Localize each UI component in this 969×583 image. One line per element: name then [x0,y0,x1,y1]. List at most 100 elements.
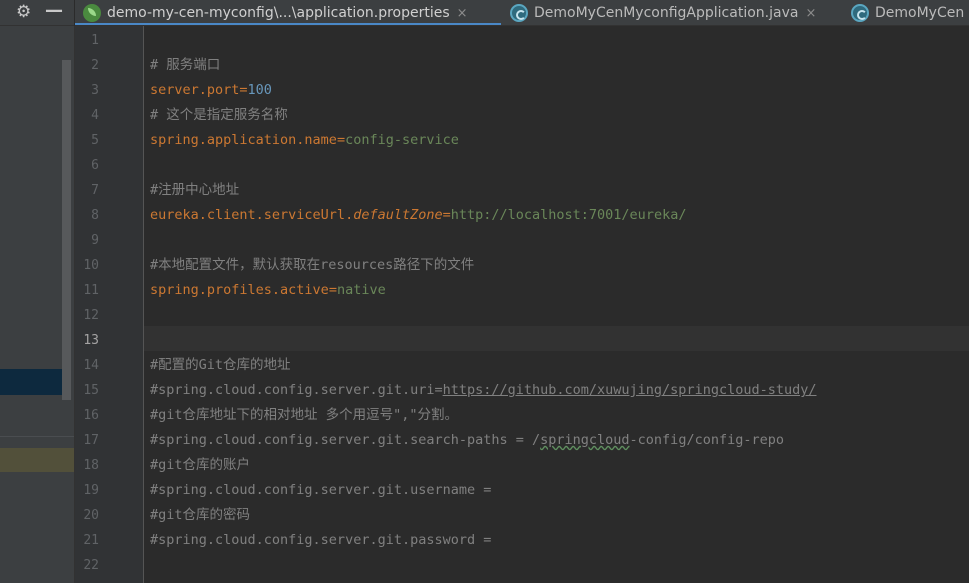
comment-text: -config/config-repo [629,432,784,448]
tab-application-properties[interactable]: demo-my-cen-myconfig\...\application.pro… [75,0,501,25]
tab-label: DemoMyCenMyconfigApplication.java [534,5,799,21]
project-toolbar: ⚙ — [0,0,74,26]
code-line[interactable]: 3 server.port=100 [75,78,969,103]
tab-demo-application-java[interactable]: DemoMyCenMyconfigApplication.java × [510,0,850,25]
code-text: #注册中心地址 [150,178,239,203]
line-number: 17 [83,433,99,448]
minimize-icon[interactable]: — [45,0,63,22]
comment-text: #spring.cloud.config.server.git.search-p… [150,432,541,448]
spring-properties-icon [83,4,101,22]
code-line[interactable]: 7 #注册中心地址 [75,178,969,203]
line-number: 11 [83,283,99,298]
code-line[interactable]: 2 # 服务端口 [75,53,969,78]
comment-text: #注册中心地址 [150,182,240,198]
code-text: #git仓库的密码 [150,503,250,528]
line-number: 13 [83,333,99,348]
code-text: server.port=100 [150,78,272,103]
code-line[interactable]: 5 spring.application.name=config-service [75,128,969,153]
code-line[interactable]: 20 #git仓库的密码 [75,503,969,528]
code-text: # 这个是指定服务名称 [150,103,288,128]
comment-text: #spring.cloud.config.server.git.uri= [150,382,443,398]
comment-text: # 这个是指定服务名称 [150,107,288,123]
line-number: 20 [83,508,99,523]
tab-demo-my-cen[interactable]: DemoMyCen [851,0,969,25]
java-class-icon [851,4,869,22]
line-number: 5 [91,133,99,148]
line-number: 3 [91,83,99,98]
code-line[interactable]: 8 eureka.client.serviceUrl.defaultZone=ht… [75,203,969,228]
equals-sign: = [239,82,248,98]
comment-text: #git仓库的密码 [150,507,251,523]
url-link[interactable]: https://github.com/xuwujing/springcloud-… [443,382,817,398]
code-line[interactable]: 4 # 这个是指定服务名称 [75,103,969,128]
line-number: 9 [91,233,99,248]
code-line[interactable]: 22 [75,553,969,578]
line-number: 18 [83,458,99,473]
equals-sign: = [442,207,451,223]
project-tree-selected-row[interactable] [0,369,62,395]
code-line[interactable]: 6 [75,153,969,178]
code-text: eureka.client.serviceUrl.defaultZone=htt… [150,203,686,228]
project-panel-scrollbar[interactable] [62,60,71,400]
code-line[interactable]: 10 #本地配置文件，默认获取在resources路径下的文件 [75,253,969,278]
code-text: #git仓库地址下的相对地址 多个用逗号","分割。 [150,403,458,428]
panel-divider [0,436,74,437]
spellcheck-word: springcloud [540,432,630,448]
gear-icon[interactable]: ⚙ [16,2,31,22]
code-text: #配置的Git仓库的地址 [150,353,291,378]
comment-text: #配置的Git仓库的地址 [150,357,291,373]
property-key: spring.profiles.active [150,282,329,298]
code-text: #spring.cloud.config.server.git.uri=http… [150,378,816,403]
equals-sign: = [328,282,337,298]
code-editor[interactable]: 1 2 # 服务端口 3 server.port=100 4 # 这个是指定服务名称 5 spr… [75,26,969,583]
code-text: spring.profiles.active=native [150,278,386,303]
tab-label: demo-my-cen-myconfig\...\application.pro… [107,5,450,21]
code-line[interactable]: 1 [75,28,969,53]
line-number: 8 [91,208,99,223]
property-key: spring.application.name [150,132,337,148]
code-text: #spring.cloud.config.server.git.password… [150,528,491,553]
code-line[interactable]: 12 [75,303,969,328]
code-line[interactable]: 18 #git仓库的账户 [75,453,969,478]
code-line[interactable]: 16 #git仓库地址下的相对地址 多个用逗号","分割。 [75,403,969,428]
equals-sign: = [336,132,346,148]
line-number: 10 [83,258,99,273]
java-class-icon [510,4,528,22]
close-icon[interactable]: × [457,6,468,21]
code-text: spring.application.name=config-service [150,128,459,153]
line-number: 1 [91,33,99,48]
code-lines[interactable]: 1 2 # 服务端口 3 server.port=100 4 # 这个是指定服务名称 5 spr… [75,28,969,578]
code-line[interactable]: 21 #spring.cloud.config.server.git.passwo… [75,528,969,553]
comment-text: #git仓库地址下的相对地址 多个用逗号","分割。 [150,407,459,423]
code-text: #spring.cloud.config.server.git.username… [150,478,491,503]
line-number: 2 [91,58,99,73]
code-line[interactable]: 14 #配置的Git仓库的地址 [75,353,969,378]
line-number: 6 [91,158,99,173]
comment-text: # 服务端口 [150,57,221,73]
code-text: # 服务端口 [150,53,220,78]
line-number: 15 [83,383,99,398]
code-line[interactable]: 15 #spring.cloud.config.server.git.uri=ht… [75,378,969,403]
code-line[interactable]: 9 [75,228,969,253]
comment-text: #本地配置文件，默认获取在resources路径下的文件 [150,257,475,273]
project-panel [0,26,74,583]
comment-text: #spring.cloud.config.server.git.password… [150,532,492,548]
line-number: 12 [83,308,99,323]
comment-text: #spring.cloud.config.server.git.username… [150,482,492,498]
code-line[interactable]: 17 #spring.cloud.config.server.git.search… [75,428,969,453]
property-value: http://localhost:7001/eureka/ [450,207,687,223]
code-line[interactable]: 11 spring.profiles.active=native [75,278,969,303]
close-icon[interactable]: × [805,6,816,21]
line-number: 7 [91,183,99,198]
property-key-italic: defaultZone [353,207,443,223]
code-line[interactable]: 19 #spring.cloud.config.server.git.userna… [75,478,969,503]
code-text: #spring.cloud.config.server.git.search-p… [150,428,784,453]
line-number: 14 [83,358,99,373]
project-tree-row[interactable] [0,448,74,472]
code-line[interactable]: 13 [75,328,969,353]
line-number: 21 [83,533,99,548]
property-value: native [336,282,386,298]
line-number: 19 [83,483,99,498]
comment-text: #git仓库的账户 [150,457,251,473]
line-number: 4 [91,108,99,123]
